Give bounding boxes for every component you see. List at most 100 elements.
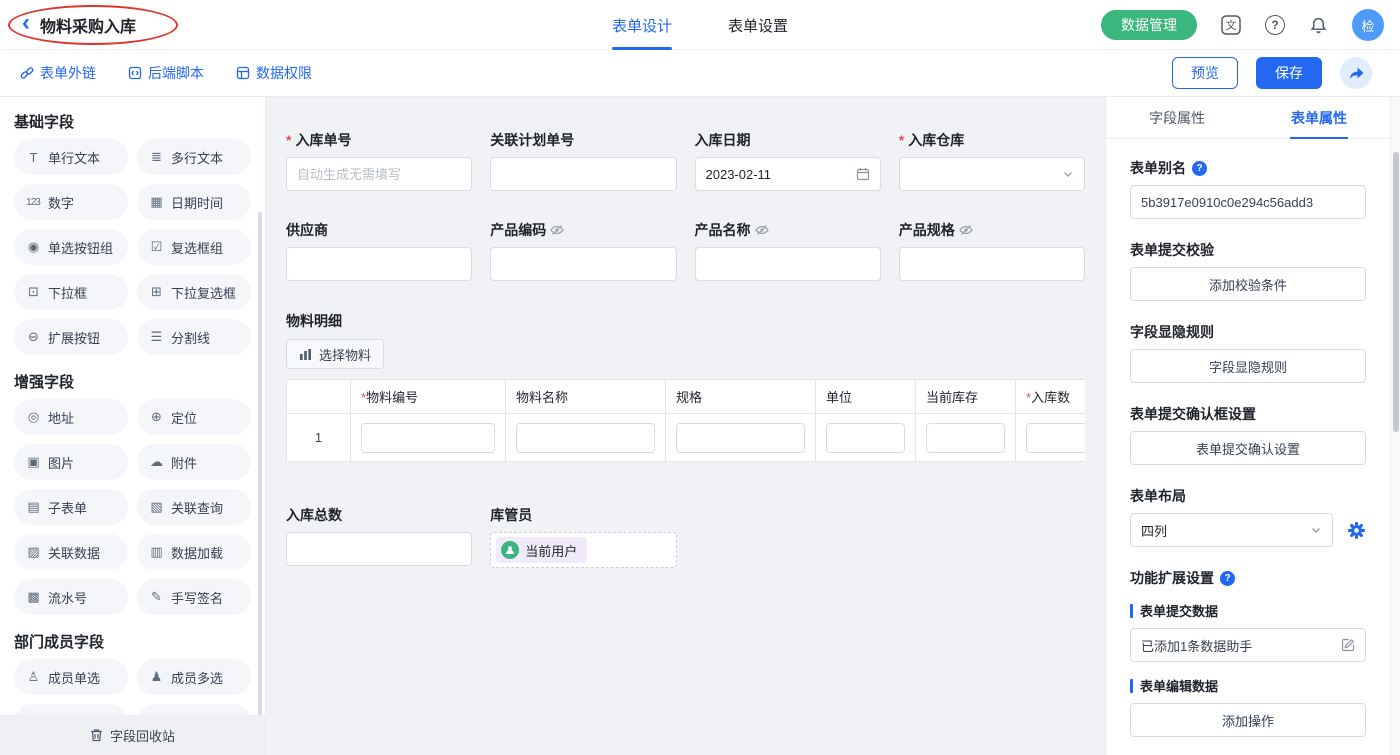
total-input[interactable] — [286, 532, 472, 566]
preview-button[interactable]: 预览 — [1172, 57, 1238, 89]
date-input[interactable]: 2023-02-11 — [695, 157, 881, 191]
product-code-input[interactable] — [490, 247, 676, 281]
field-type-related-query[interactable]: ▧关联查询 — [137, 489, 251, 525]
field-type-radio-group[interactable]: ◉单选按钮组 — [14, 229, 128, 265]
validation-label: 表单提交校验 — [1130, 241, 1366, 259]
gear-icon[interactable] — [1347, 521, 1366, 540]
stock-input[interactable] — [926, 423, 1005, 453]
data-permission-link[interactable]: 数据权限 — [236, 63, 312, 83]
canvas-field-product-name[interactable]: 产品名称 — [695, 221, 881, 281]
data-manage-button[interactable]: 数据管理 — [1101, 10, 1197, 40]
field-type-single-text[interactable]: T单行文本 — [14, 139, 128, 175]
field-type-divider[interactable]: ☰分割线 — [137, 319, 251, 355]
plan-no-input[interactable] — [490, 157, 676, 191]
canvas-field-total[interactable]: 入库总数 — [286, 506, 472, 568]
submit-confirm-button[interactable]: 表单提交确认设置 — [1130, 431, 1366, 465]
field-type-related-data[interactable]: ▨关联数据 — [14, 534, 128, 570]
question-icon[interactable]: ? — [1192, 161, 1207, 176]
detail-table-header-row: *物料编号 物料名称 规格 单位 当前库存 *入库数 — [287, 380, 1086, 414]
label-text: 表单提交校验 — [1130, 240, 1214, 260]
avatar[interactable]: 检 — [1352, 9, 1384, 41]
form-alias-input[interactable] — [1130, 185, 1366, 219]
canvas-field-product-code[interactable]: 产品编码 — [490, 221, 676, 281]
canvas-field-order-no[interactable]: *入库单号 — [286, 131, 472, 191]
back-icon[interactable]: ‹ — [22, 11, 30, 35]
material-code-input[interactable] — [361, 423, 495, 453]
field-type-data-load[interactable]: ▥数据加载 — [137, 534, 251, 570]
canvas-field-product-spec[interactable]: 产品规格 — [899, 221, 1085, 281]
tab-form-properties[interactable]: 表单属性 — [1248, 97, 1390, 138]
help-icon[interactable]: ? — [1265, 15, 1285, 35]
select-material-button[interactable]: 选择物料 — [286, 339, 384, 369]
order-no-input[interactable] — [286, 157, 472, 191]
field-type-label: 下拉框 — [48, 283, 87, 302]
backend-script-link[interactable]: 后端脚本 — [128, 63, 204, 83]
canvas-field-plan-no[interactable]: 关联计划单号 — [490, 131, 676, 191]
window-scrollbar[interactable] — [1390, 97, 1400, 755]
table-cell — [351, 414, 506, 462]
question-icon[interactable]: ? — [1220, 571, 1235, 586]
column-label: 入库数 — [1031, 390, 1070, 405]
field-type-image[interactable]: ▣图片 — [14, 444, 128, 480]
field-type-label: 下拉复选框 — [171, 283, 236, 302]
field-type-number[interactable]: 123数字 — [14, 184, 128, 220]
label-text: 表单布局 — [1130, 486, 1186, 506]
section-title-basic: 基础字段 — [14, 111, 251, 129]
share-button[interactable] — [1340, 57, 1372, 89]
add-validation-button[interactable]: 添加校验条件 — [1130, 267, 1366, 301]
warehouse-select[interactable] — [899, 157, 1085, 191]
product-spec-input[interactable] — [899, 247, 1085, 281]
layout-select[interactable]: 四列 — [1130, 513, 1333, 547]
field-type-signature[interactable]: ✎手写签名 — [137, 579, 251, 615]
canvas-field-keeper[interactable]: 库管员 当前用户 — [490, 506, 676, 568]
current-user-tag[interactable]: 当前用户 — [496, 537, 587, 563]
field-type-serial-number[interactable]: ▩流水号 — [14, 579, 128, 615]
add-operation-button[interactable]: 添加操作 — [1130, 703, 1366, 737]
field-type-checkbox-group[interactable]: ☑复选框组 — [137, 229, 251, 265]
form-toolbar: 表单外链 后端脚本 数据权限 预览 保存 — [0, 50, 1400, 97]
canvas-field-warehouse[interactable]: *入库仓库 — [899, 131, 1085, 191]
multi-dropdown-icon: ⊞ — [147, 284, 165, 300]
field-type-member-single[interactable]: ♙成员单选 — [14, 659, 128, 695]
material-name-input[interactable] — [516, 423, 655, 453]
blue-bar — [1130, 679, 1133, 693]
extension-label-row: 功能扩展设置 ? — [1130, 569, 1366, 587]
canvas-field-date[interactable]: 入库日期 2023-02-11 — [695, 131, 881, 191]
field-type-multi-dropdown[interactable]: ⊞ 下拉复选框 — [137, 274, 251, 310]
tab-form-settings[interactable]: 表单设置 — [728, 0, 788, 50]
field-recycle-bin[interactable]: 字段回收站 — [0, 715, 265, 755]
field-type-multi-text[interactable]: ≣多行文本 — [137, 139, 251, 175]
form-external-link[interactable]: 表单外链 — [20, 63, 96, 83]
tab-field-properties[interactable]: 字段属性 — [1106, 97, 1248, 138]
column-label: 当前库存 — [926, 390, 978, 405]
field-type-subform[interactable]: ▤子表单 — [14, 489, 128, 525]
scrollbar-thumb[interactable] — [1393, 152, 1399, 432]
sidebar-scrollbar[interactable] — [258, 212, 262, 755]
inbound-qty-input[interactable] — [1026, 423, 1085, 453]
field-type-member-multi[interactable]: ♟成员多选 — [137, 659, 251, 695]
visibility-rule-button[interactable]: 字段显隐规则 — [1130, 349, 1366, 383]
edit-icon — [1341, 638, 1355, 652]
field-type-attachment[interactable]: ☁附件 — [137, 444, 251, 480]
bell-icon[interactable] — [1309, 16, 1328, 35]
save-button[interactable]: 保存 — [1256, 57, 1322, 89]
user-icon — [501, 541, 519, 559]
enhanced-fields-grid: ◎地址 ⊕定位 ▣图片 ☁附件 ▤子表单 ▧关联查询 ▨关联数据 ▥数据加载 ▩… — [14, 399, 251, 615]
chevron-down-icon — [1062, 168, 1074, 180]
edit-data-label: 表单编辑数据 — [1140, 676, 1218, 695]
supplier-input[interactable] — [286, 247, 472, 281]
field-type-dropdown[interactable]: ⊡下拉框 — [14, 274, 128, 310]
keeper-field[interactable]: 当前用户 — [490, 532, 676, 568]
translate-icon[interactable]: 文 — [1221, 15, 1241, 35]
spec-input[interactable] — [676, 423, 805, 453]
submit-data-box[interactable]: 已添加1条数据助手 — [1130, 628, 1366, 662]
product-name-input[interactable] — [695, 247, 881, 281]
canvas-field-supplier[interactable]: 供应商 — [286, 221, 472, 281]
field-type-label: 单行文本 — [48, 148, 100, 167]
field-type-extend-button[interactable]: ⊖扩展按钮 — [14, 319, 128, 355]
field-type-location[interactable]: ⊕定位 — [137, 399, 251, 435]
field-type-datetime[interactable]: ▦日期时间 — [137, 184, 251, 220]
unit-input[interactable] — [826, 423, 905, 453]
field-type-address[interactable]: ◎地址 — [14, 399, 128, 435]
tab-form-design[interactable]: 表单设计 — [612, 0, 672, 50]
